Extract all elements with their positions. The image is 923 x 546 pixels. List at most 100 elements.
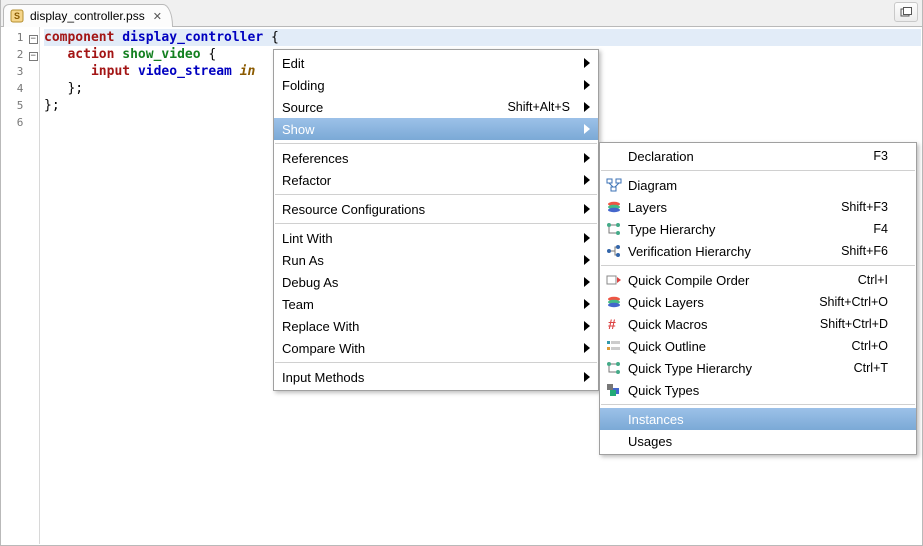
type-h-icon <box>604 221 624 237</box>
show-submenu-item[interactable]: Type HierarchyF4 <box>600 218 916 240</box>
menu-item-label: Instances <box>628 412 908 427</box>
type-h-icon <box>604 360 624 376</box>
menu-item-label: Debug As <box>282 275 590 290</box>
menu-item-label: Usages <box>628 434 908 449</box>
menu-item-label: Lint With <box>282 231 590 246</box>
menu-item-label: Folding <box>282 78 590 93</box>
show-submenu-item[interactable]: Quick Compile OrderCtrl+I <box>600 269 916 291</box>
submenu-arrow-icon <box>584 175 590 185</box>
diagram-icon <box>604 177 624 193</box>
menu-item-shortcut: Ctrl+T <box>854 361 908 375</box>
context-menu-item[interactable]: Edit <box>274 52 598 74</box>
submenu-arrow-icon <box>584 343 590 353</box>
blank-icon <box>604 411 624 427</box>
blank-icon <box>604 148 624 164</box>
menu-item-label: Diagram <box>628 178 908 193</box>
submenu-arrow-icon <box>584 58 590 68</box>
show-submenu-item[interactable]: DeclarationF3 <box>600 145 916 167</box>
menu-separator <box>601 170 915 171</box>
submenu-arrow-icon <box>584 277 590 287</box>
context-menu-item[interactable]: Lint With <box>274 227 598 249</box>
menu-item-label: Compare With <box>282 341 590 356</box>
editor-window: S display_controller.pss ✕ 1−2−3456 comp… <box>0 0 923 546</box>
menu-item-label: Quick Macros <box>628 317 820 332</box>
context-menu-item[interactable]: Folding <box>274 74 598 96</box>
menu-separator <box>275 223 597 224</box>
quick-comp-icon <box>604 272 624 288</box>
show-submenu-item[interactable]: LayersShift+F3 <box>600 196 916 218</box>
show-submenu-item[interactable]: Instances <box>600 408 916 430</box>
submenu-arrow-icon <box>584 80 590 90</box>
submenu-arrow-icon <box>584 299 590 309</box>
menu-item-shortcut: F3 <box>873 149 908 163</box>
line-gutter: 1−2−3456 <box>2 27 40 544</box>
menu-item-label: Quick Outline <box>628 339 852 354</box>
menu-item-label: Quick Compile Order <box>628 273 858 288</box>
layers-icon <box>604 294 624 310</box>
menu-item-label: Quick Layers <box>628 295 819 310</box>
menu-item-label: Type Hierarchy <box>628 222 873 237</box>
context-menu-item[interactable]: Run As <box>274 249 598 271</box>
menu-item-shortcut: Ctrl+I <box>858 273 908 287</box>
menu-item-label: Edit <box>282 56 590 71</box>
menu-item-shortcut: Shift+Alt+S <box>507 100 590 114</box>
show-submenu-item[interactable]: Verification HierarchyShift+F6 <box>600 240 916 262</box>
layers-icon <box>604 199 624 215</box>
verif-h-icon <box>604 243 624 259</box>
context-menu-item[interactable]: Input Methods <box>274 366 598 388</box>
context-menu-item[interactable]: Team <box>274 293 598 315</box>
submenu-arrow-icon <box>584 124 590 134</box>
menu-item-label: Layers <box>628 200 841 215</box>
editor-tab[interactable]: S display_controller.pss ✕ <box>3 4 173 27</box>
menu-separator <box>601 265 915 266</box>
close-tab-icon[interactable]: ✕ <box>153 10 162 23</box>
menu-item-label: Quick Type Hierarchy <box>628 361 854 376</box>
svg-text:S: S <box>14 11 20 21</box>
fold-toggle-icon[interactable]: − <box>29 52 38 61</box>
menu-item-shortcut: Shift+Ctrl+O <box>819 295 908 309</box>
show-submenu-item[interactable]: Quick LayersShift+Ctrl+O <box>600 291 916 313</box>
line-number: 1 <box>2 29 27 46</box>
menu-item-shortcut: Shift+F3 <box>841 200 908 214</box>
show-submenu-item[interactable]: Diagram <box>600 174 916 196</box>
context-menu-item[interactable]: Show <box>274 118 598 140</box>
menu-item-shortcut: F4 <box>873 222 908 236</box>
show-submenu-item[interactable]: #Quick MacrosShift+Ctrl+D <box>600 313 916 335</box>
show-submenu[interactable]: DeclarationF3DiagramLayersShift+F3Type H… <box>599 142 917 455</box>
show-submenu-item[interactable]: Quick Types <box>600 379 916 401</box>
show-submenu-item[interactable]: Quick Type HierarchyCtrl+T <box>600 357 916 379</box>
submenu-arrow-icon <box>584 372 590 382</box>
code-line[interactable]: component display_controller { <box>44 29 921 46</box>
line-number: 3 <box>2 63 27 80</box>
show-submenu-item[interactable]: Quick OutlineCtrl+O <box>600 335 916 357</box>
submenu-arrow-icon <box>584 153 590 163</box>
menu-item-label: Replace With <box>282 319 590 334</box>
menu-item-shortcut: Shift+F6 <box>841 244 908 258</box>
line-number: 5 <box>2 97 27 114</box>
context-menu-item[interactable]: Compare With <box>274 337 598 359</box>
submenu-arrow-icon <box>584 102 590 112</box>
menu-item-label: Input Methods <box>282 370 590 385</box>
menu-item-label: Declaration <box>628 149 873 164</box>
submenu-arrow-icon <box>584 321 590 331</box>
context-menu-item[interactable]: References <box>274 147 598 169</box>
fold-toggle-icon[interactable]: − <box>29 35 38 44</box>
submenu-arrow-icon <box>584 255 590 265</box>
menu-separator <box>275 194 597 195</box>
context-menu-item[interactable]: SourceShift+Alt+S <box>274 96 598 118</box>
tab-filename: display_controller.pss <box>30 9 145 23</box>
line-number: 6 <box>2 114 27 131</box>
context-menu[interactable]: Edit Folding SourceShift+Alt+SShow Referenc… <box>273 49 599 391</box>
toolbar-restore-button[interactable] <box>894 2 918 22</box>
context-menu-item[interactable]: Replace With <box>274 315 598 337</box>
menu-separator <box>275 362 597 363</box>
blank-icon <box>604 433 624 449</box>
line-number: 2 <box>2 46 27 63</box>
menu-item-shortcut: Shift+Ctrl+D <box>820 317 908 331</box>
context-menu-item[interactable]: Refactor <box>274 169 598 191</box>
menu-item-label: Refactor <box>282 173 590 188</box>
menu-item-label: References <box>282 151 590 166</box>
context-menu-item[interactable]: Resource Configurations <box>274 198 598 220</box>
show-submenu-item[interactable]: Usages <box>600 430 916 452</box>
context-menu-item[interactable]: Debug As <box>274 271 598 293</box>
